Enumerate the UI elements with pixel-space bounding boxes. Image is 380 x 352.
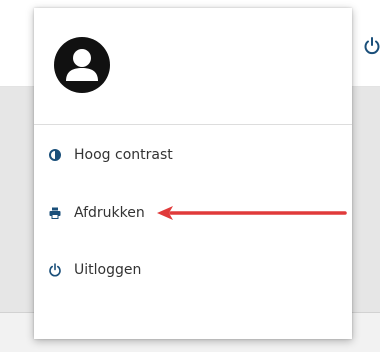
power-icon bbox=[48, 263, 62, 277]
menu-item-logout[interactable]: Uitloggen bbox=[34, 250, 352, 290]
menu-divider bbox=[34, 124, 352, 125]
menu-item-label: Afdrukken bbox=[74, 205, 145, 221]
header-power-icon[interactable] bbox=[362, 36, 380, 56]
annotation-arrow-icon bbox=[157, 206, 347, 220]
menu-item-high-contrast[interactable]: Hoog contrast bbox=[34, 135, 352, 175]
menu-item-label: Uitloggen bbox=[74, 262, 142, 278]
contrast-icon bbox=[48, 148, 62, 162]
menu-item-label: Hoog contrast bbox=[74, 147, 173, 163]
user-dropdown-menu: Hoog contrast Afdrukken Uitloggen bbox=[34, 8, 352, 339]
user-avatar-icon bbox=[54, 37, 110, 93]
page: Hoog contrast Afdrukken Uitloggen bbox=[0, 0, 380, 352]
printer-icon bbox=[48, 206, 62, 220]
